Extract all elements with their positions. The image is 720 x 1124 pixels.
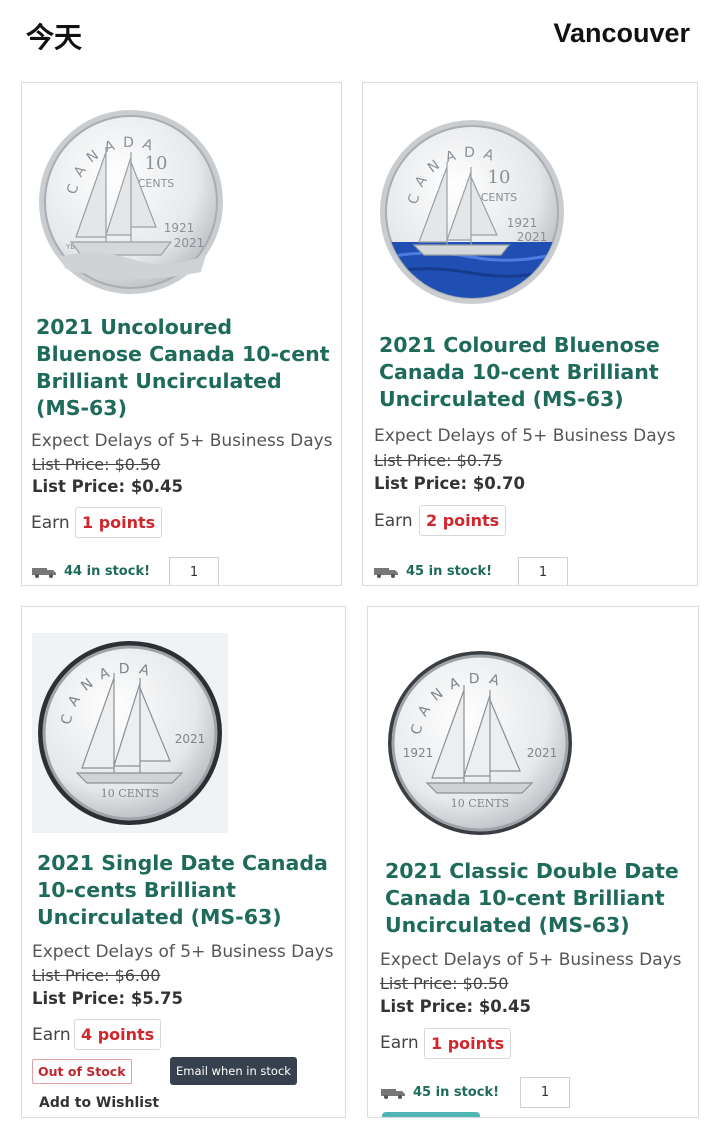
coin-denomination-text: 10 — [488, 167, 511, 188]
quantity-input[interactable]: 1 — [518, 557, 568, 585]
product-title[interactable]: 2021 Coloured Bluenose Canada 10-cent Br… — [379, 332, 679, 413]
coin-image-coloured: CANADA 10 CENTS 1921 2021 — [380, 120, 564, 304]
product-card[interactable]: CANADA 2021 10 CENTS 2021 Single Date Ca… — [21, 606, 346, 1118]
coin-year-text: 1921 — [403, 746, 434, 760]
earn-label: Earn — [32, 1025, 71, 1045]
current-price: List Price: $0.45 — [380, 997, 532, 1016]
product-title[interactable]: 2021 Classic Double Date Canada 10-cent … — [385, 858, 690, 939]
product-title[interactable]: 2021 Single Date Canada 10-cents Brillia… — [37, 850, 337, 931]
reward-points-badge: 4 points — [74, 1019, 162, 1050]
stock-count: 44 in stock! — [64, 564, 151, 579]
coin-denomination-text: 10 — [145, 153, 168, 174]
reward-points-badge: 1 points — [424, 1028, 512, 1059]
shipping-delay-notice: Expect Delays of 5+ Business Days — [31, 431, 333, 451]
truck-icon — [32, 567, 56, 578]
truck-icon — [381, 1088, 405, 1099]
product-image[interactable]: CANADA 1921 2021 10 CENTS — [384, 645, 576, 845]
reward-points-badge: 2 points — [419, 505, 507, 536]
product-image[interactable]: CANADA 2021 10 CENTS — [32, 633, 228, 837]
coin-year-text: 1921 — [164, 221, 195, 235]
stock-status: 44 in stock! — [32, 564, 150, 579]
coin-year-text: 2021 — [175, 732, 206, 746]
add-to-cart-button[interactable] — [382, 1112, 480, 1117]
original-price: List Price: $0.50 — [380, 974, 509, 993]
add-to-wishlist-link[interactable]: Add to Wishlist — [39, 1095, 159, 1111]
email-when-in-stock-button[interactable]: Email when in stock — [170, 1057, 297, 1085]
product-card[interactable]: CANADA 10 CENTS 1921 2021 2021 Coloured … — [362, 82, 698, 586]
product-image[interactable]: CANADA 10 CENTS 1921 2021 — [379, 117, 565, 311]
coin-year-text: 1921 — [507, 216, 538, 230]
current-price: List Price: $0.45 — [32, 477, 184, 496]
coin-image-uncoloured: CANADA 10 CENTS 1921 2021 YB — [39, 110, 223, 294]
product-card[interactable]: CANADA 10 CENTS 1921 2021 YB 2021 Uncolo… — [21, 82, 342, 586]
shipping-delay-notice: Expect Delays of 5+ Business Days — [380, 950, 682, 970]
stock-status: 45 in stock! — [374, 564, 492, 579]
shipping-delay-notice: Expect Delays of 5+ Business Days — [32, 942, 334, 962]
stock-count: 45 in stock! — [413, 1085, 500, 1100]
truck-icon — [374, 567, 398, 578]
product-image[interactable]: CANADA 10 CENTS 1921 2021 YB — [36, 107, 226, 301]
current-price: List Price: $5.75 — [32, 989, 184, 1008]
coin-image-double-date: CANADA 1921 2021 10 CENTS — [388, 651, 572, 835]
coin-denomination-text: 10 CENTS — [101, 787, 159, 800]
coin-denomination-text: 10 CENTS — [451, 797, 509, 810]
original-price: List Price: $0.50 — [32, 455, 161, 474]
coin-unit-text: CENTS — [138, 177, 175, 190]
quantity-input[interactable]: 1 — [169, 557, 219, 585]
day-label: 今天 — [26, 21, 83, 54]
original-price: List Price: $0.75 — [374, 451, 503, 470]
coin-year-text: 2021 — [517, 230, 548, 244]
shipping-delay-notice: Expect Delays of 5+ Business Days — [374, 426, 676, 446]
quantity-input[interactable]: 1 — [520, 1077, 570, 1108]
app-header: 今天 Vancouver — [0, 0, 720, 70]
original-price: List Price: $6.00 — [32, 966, 161, 985]
coin-year-text: 2021 — [527, 746, 558, 760]
coin-image-single-date: CANADA 2021 10 CENTS — [32, 633, 228, 833]
product-title[interactable]: 2021 Uncoloured Bluenose Canada 10-cent … — [36, 314, 331, 422]
coin-year-text: 2021 — [174, 236, 205, 250]
earn-label: Earn — [31, 513, 70, 533]
location-label[interactable]: Vancouver — [553, 18, 690, 49]
earn-label: Earn — [374, 511, 413, 531]
out-of-stock-badge: Out of Stock — [32, 1059, 132, 1084]
stock-status: 45 in stock! — [381, 1085, 499, 1100]
product-card[interactable]: CANADA 1921 2021 10 CENTS 2021 Classic D… — [367, 606, 699, 1118]
earn-label: Earn — [380, 1033, 419, 1053]
coin-unit-text: CENTS — [481, 191, 518, 204]
reward-points-badge: 1 points — [75, 507, 163, 538]
stock-count: 45 in stock! — [406, 564, 493, 579]
current-price: List Price: $0.70 — [374, 474, 526, 493]
